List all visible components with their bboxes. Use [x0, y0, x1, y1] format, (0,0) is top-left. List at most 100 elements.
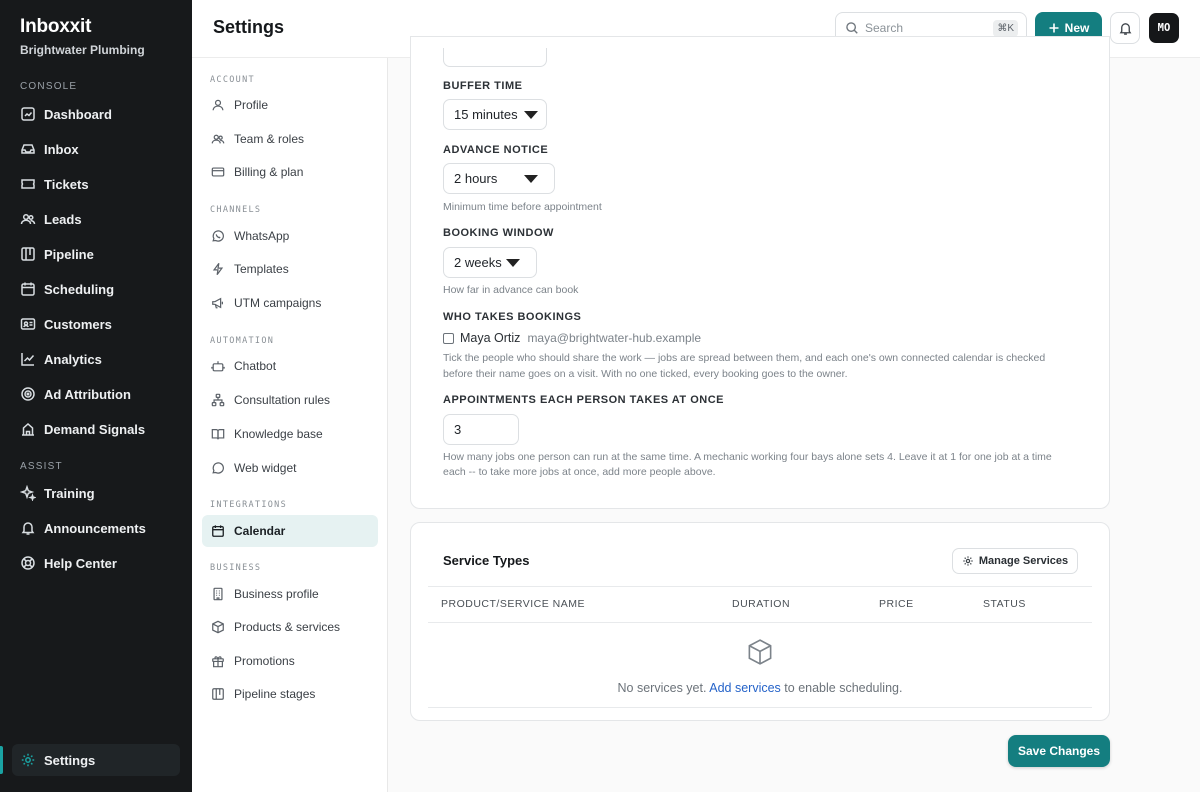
- column-header-duration: DURATION: [732, 598, 791, 610]
- sidebar-item-scheduling[interactable]: Scheduling: [12, 273, 180, 305]
- subnav-item-label: Business profile: [234, 587, 319, 601]
- subnav-item-promotions[interactable]: Promotions: [202, 645, 378, 677]
- partial-select-above[interactable]: [443, 48, 547, 67]
- sidebar-item-leads[interactable]: Leads: [12, 203, 180, 235]
- sidebar-item-inbox[interactable]: Inbox: [12, 133, 180, 165]
- building-icon: [20, 421, 36, 437]
- subnav-item-pipeline-stages[interactable]: Pipeline stages: [202, 678, 378, 710]
- empty-state-prefix: No services yet.: [617, 681, 707, 695]
- bell-icon: [20, 520, 36, 536]
- chevron-down-icon: [506, 259, 520, 267]
- capacity-value: 3: [454, 422, 462, 437]
- staff-checkbox[interactable]: [443, 332, 454, 344]
- manage-services-label: Manage Services: [978, 555, 1069, 567]
- subnav-item-label: Profile: [234, 98, 269, 112]
- advance-notice-hint: Minimum time before appointment: [443, 201, 602, 213]
- main-sidebar: Inboxxit Brightwater Plumbing CONSOLE Da…: [0, 0, 192, 792]
- subnav-section-account: ACCOUNT: [210, 75, 255, 85]
- book-icon: [211, 427, 225, 441]
- gear-icon: [962, 555, 974, 567]
- save-changes-button[interactable]: Save Changes: [1008, 735, 1110, 767]
- users-icon: [211, 132, 225, 146]
- sidebar-item-help-center[interactable]: Help Center: [12, 547, 180, 579]
- sidebar-item-ad-attribution[interactable]: Ad Attribution: [12, 378, 180, 410]
- inbox-icon: [20, 141, 36, 157]
- user-avatar[interactable]: MO: [1149, 13, 1179, 43]
- sidebar-item-analytics[interactable]: Analytics: [12, 343, 180, 375]
- who-hint-line-2: before their name goes on a visit. With …: [443, 368, 848, 380]
- robot-icon: [211, 359, 225, 373]
- table-divider: [428, 622, 1092, 623]
- sidebar-item-announcements[interactable]: Announcements: [12, 512, 180, 544]
- subnav-item-widget[interactable]: Web widget: [202, 452, 378, 484]
- pipeline-icon: [20, 246, 36, 262]
- subnav-item-billing[interactable]: Billing & plan: [202, 156, 378, 188]
- subnav-item-label: Promotions: [234, 654, 295, 668]
- table-divider: [428, 707, 1092, 708]
- sidebar-item-label: Demand Signals: [44, 421, 146, 437]
- sidebar-item-demand-signals[interactable]: Demand Signals: [12, 413, 180, 445]
- subnav-item-label: Templates: [234, 262, 289, 276]
- subnav-item-business-profile[interactable]: Business profile: [202, 578, 378, 610]
- bell-icon: [1118, 21, 1133, 36]
- subnav-item-consultation[interactable]: Consultation rules: [202, 384, 378, 416]
- brand-name: Inboxxit: [20, 16, 92, 37]
- buffer-time-label: BUFFER TIME: [443, 80, 523, 92]
- subnav-item-team[interactable]: Team & roles: [202, 123, 378, 155]
- advance-notice-select[interactable]: 2 hours: [443, 163, 555, 194]
- gear-icon: [20, 752, 36, 768]
- subnav-item-utm[interactable]: UTM campaigns: [202, 287, 378, 319]
- sidebar-item-label: Scheduling: [44, 281, 115, 297]
- sidebar-item-pipeline[interactable]: Pipeline: [12, 238, 180, 270]
- buffer-time-select[interactable]: 15 minutes: [443, 99, 547, 130]
- capacity-input[interactable]: 3: [443, 414, 519, 445]
- column-header-name: PRODUCT/SERVICE NAME: [441, 598, 585, 610]
- sidebar-item-label: Customers: [44, 316, 112, 332]
- subnav-item-knowledge[interactable]: Knowledge base: [202, 418, 378, 450]
- staff-email: maya@brightwater-hub.example: [527, 331, 702, 345]
- sidebar-item-settings[interactable]: Settings: [12, 744, 180, 776]
- staff-checkbox-row[interactable]: Maya Ortiz maya@brightwater-hub.example: [443, 331, 701, 345]
- subnav-item-whatsapp[interactable]: WhatsApp: [202, 220, 378, 252]
- booking-window-select[interactable]: 2 weeks: [443, 247, 537, 278]
- target-icon: [20, 386, 36, 402]
- advance-notice-value: 2 hours: [454, 171, 498, 186]
- sparkle-icon: [20, 485, 36, 501]
- subnav-item-label: Knowledge base: [234, 427, 323, 441]
- sidebar-item-tickets[interactable]: Tickets: [12, 168, 180, 200]
- sidebar-item-label: Dashboard: [44, 106, 112, 122]
- sidebar-item-label: Analytics: [44, 351, 102, 367]
- search-input[interactable]: [865, 21, 985, 35]
- sidebar-item-dashboard[interactable]: Dashboard: [12, 98, 180, 130]
- subnav-item-profile[interactable]: Profile: [202, 89, 378, 121]
- subnav-item-label: Consultation rules: [234, 393, 331, 407]
- section-console: CONSOLE: [20, 81, 78, 92]
- subnav-item-label: Products & services: [234, 620, 341, 634]
- manage-services-button[interactable]: Manage Services: [952, 548, 1078, 574]
- whatsapp-icon: [211, 229, 225, 243]
- sidebar-item-label: Tickets: [44, 176, 89, 192]
- users-icon: [20, 211, 36, 227]
- workspace-name[interactable]: Brightwater Plumbing: [20, 43, 145, 57]
- subnav-item-chatbot[interactable]: Chatbot: [202, 350, 378, 382]
- sidebar-item-training[interactable]: Training: [12, 477, 180, 509]
- chat-bubble-icon: [211, 461, 225, 475]
- sidebar-item-customers[interactable]: Customers: [12, 308, 180, 340]
- who-takes-bookings-label: WHO TAKES BOOKINGS: [443, 311, 582, 323]
- staff-name: Maya Ortiz: [460, 331, 521, 345]
- ticket-icon: [20, 176, 36, 192]
- capacity-label: APPOINTMENTS EACH PERSON TAKES AT ONCE: [443, 394, 724, 406]
- lifebuoy-icon: [20, 555, 36, 571]
- subnav-item-label: Team & roles: [234, 132, 305, 146]
- column-header-price: PRICE: [879, 598, 914, 610]
- subnav-item-calendar[interactable]: Calendar: [202, 515, 378, 547]
- sidebar-item-label: Pipeline: [44, 246, 94, 262]
- subnav-item-products[interactable]: Products & services: [202, 611, 378, 643]
- add-services-link[interactable]: Add services: [709, 681, 781, 695]
- notifications-button[interactable]: [1110, 12, 1140, 44]
- new-button-label: New: [1064, 21, 1090, 35]
- calendar-icon: [20, 281, 36, 297]
- subnav-section-automation: AUTOMATION: [210, 336, 275, 346]
- subnav-item-label: Billing & plan: [234, 165, 304, 179]
- subnav-item-templates[interactable]: Templates: [202, 253, 378, 285]
